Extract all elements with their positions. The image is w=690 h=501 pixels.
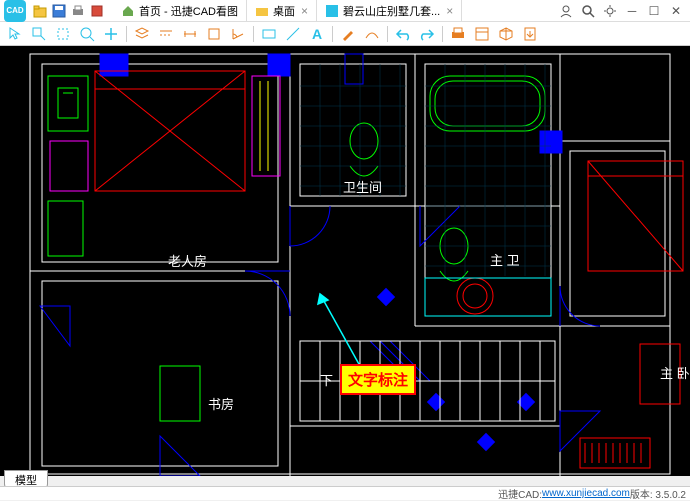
room-label: 卫生间 xyxy=(343,177,382,196)
linetype-tool[interactable] xyxy=(155,24,177,44)
maximize-button[interactable]: ☐ xyxy=(644,3,664,19)
export-icon[interactable] xyxy=(89,3,105,19)
drawing-canvas[interactable]: 老人房 卫生间主 卫书房 下 主 卧更衣间 文字标注 xyxy=(0,46,690,476)
status-link[interactable]: www.xunjiecad.com xyxy=(542,488,630,499)
measure-area-tool[interactable] xyxy=(203,24,225,44)
close-button[interactable]: ✕ xyxy=(666,3,686,19)
print-icon[interactable] xyxy=(70,3,86,19)
export-button[interactable] xyxy=(519,24,541,44)
rect-tool[interactable] xyxy=(258,24,280,44)
cursor-tool[interactable] xyxy=(4,24,26,44)
status-version: 版本: 3.5.0.2 xyxy=(630,486,686,501)
print-button[interactable] xyxy=(447,24,469,44)
room-label: 主 卧 xyxy=(660,363,690,382)
text-tool[interactable]: A xyxy=(306,24,328,44)
app-logo: CAD xyxy=(4,0,26,22)
search-icon[interactable] xyxy=(578,3,598,19)
main-toolbar: A xyxy=(0,22,690,46)
floor-plan-drawing xyxy=(0,46,690,476)
layers-tool[interactable] xyxy=(131,24,153,44)
view-3d-button[interactable] xyxy=(495,24,517,44)
separator xyxy=(387,26,388,42)
room-label: 书房 xyxy=(208,394,234,413)
titlebar: CAD 首页 - 迅捷CAD看图 桌面 × 碧云山庄别墅几套... × ─ ☐ … xyxy=(0,0,690,22)
tab-label: 碧云山庄别墅几套... xyxy=(343,3,440,19)
close-icon[interactable]: × xyxy=(301,4,308,18)
svg-text:A: A xyxy=(312,26,322,42)
tab-label: 桌面 xyxy=(273,3,295,19)
document-tabs: 首页 - 迅捷CAD看图 桌面 × 碧云山庄别墅几套... × xyxy=(113,0,556,21)
status-bar: 迅捷CAD: www.xunjiecad.com 版本: 3.5.0.2 xyxy=(0,486,690,500)
tab-desktop[interactable]: 桌面 × xyxy=(247,0,317,21)
separator xyxy=(126,26,127,42)
tab-label: 首页 - 迅捷CAD看图 xyxy=(139,3,238,19)
line-tool[interactable] xyxy=(282,24,304,44)
measure-angle-tool[interactable] xyxy=(227,24,249,44)
draw-pencil-tool[interactable] xyxy=(337,24,359,44)
separator xyxy=(332,26,333,42)
minimize-button[interactable]: ─ xyxy=(622,3,642,19)
measure-dist-tool[interactable] xyxy=(179,24,201,44)
window-controls: ─ ☐ ✕ xyxy=(556,3,686,19)
folder-icon xyxy=(255,4,269,18)
layer-mgr-button[interactable] xyxy=(471,24,493,44)
zoom-extents-tool[interactable] xyxy=(52,24,74,44)
cad-file-icon xyxy=(325,4,339,18)
file-open-icon[interactable] xyxy=(32,3,48,19)
titlebar-quick-icons xyxy=(32,3,105,19)
tab-home[interactable]: 首页 - 迅捷CAD看图 xyxy=(113,0,247,21)
room-label: 下 xyxy=(320,370,333,389)
close-icon[interactable]: × xyxy=(446,4,453,18)
room-label: 更衣间 xyxy=(655,474,690,476)
settings-icon[interactable] xyxy=(600,3,620,19)
undo-button[interactable] xyxy=(392,24,414,44)
pan-tool[interactable] xyxy=(100,24,122,44)
tab-drawing[interactable]: 碧云山庄别墅几套... × xyxy=(317,0,462,21)
room-label: 主 卫 xyxy=(490,250,520,269)
zoom-window-tool[interactable] xyxy=(28,24,50,44)
zoom-in-tool[interactable] xyxy=(76,24,98,44)
home-icon xyxy=(121,4,135,18)
separator xyxy=(442,26,443,42)
status-prefix: 迅捷CAD: xyxy=(498,486,542,501)
user-icon[interactable] xyxy=(556,3,576,19)
room-label: 老人房 xyxy=(168,251,207,270)
redo-button[interactable] xyxy=(416,24,438,44)
text-annotation-callout: 文字标注 xyxy=(340,364,416,395)
separator xyxy=(253,26,254,42)
save-icon[interactable] xyxy=(51,3,67,19)
draw-curve-tool[interactable] xyxy=(361,24,383,44)
